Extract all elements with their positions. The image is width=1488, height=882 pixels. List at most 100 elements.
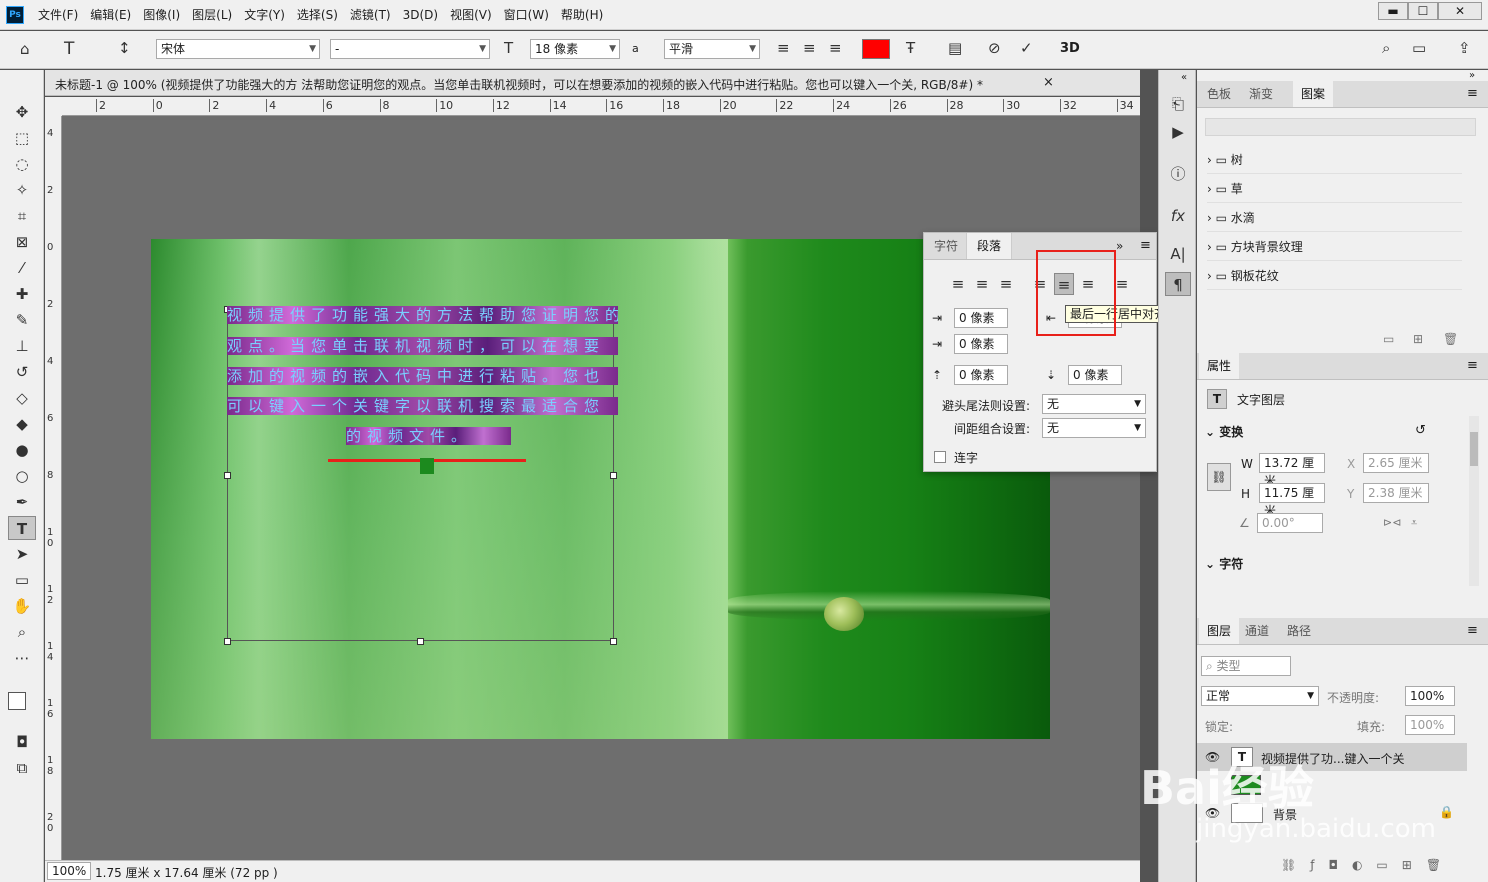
magic-wand-tool-icon[interactable]: ✧ [8, 178, 36, 202]
marquee-tool-icon[interactable]: ⬚ [8, 126, 36, 150]
rectangle-tool-icon[interactable]: ▭ [8, 568, 36, 592]
y-field[interactable]: 2.38 厘米 [1363, 483, 1429, 503]
align-left-icon[interactable]: ≡ [948, 273, 968, 295]
zoom-tool-icon[interactable]: ⌕ [8, 620, 36, 644]
pattern-search-field[interactable] [1205, 118, 1476, 136]
crop-tool-icon[interactable]: ⌗ [8, 204, 36, 228]
fx-icon[interactable]: fx [1165, 204, 1191, 228]
home-icon[interactable]: ⌂ [20, 40, 30, 58]
menu-help[interactable]: 帮助(H) [555, 0, 609, 30]
blur-tool-icon[interactable]: ● [8, 438, 36, 462]
tab-channels[interactable]: 通道 [1237, 618, 1277, 644]
menu-type[interactable]: 文字(Y) [238, 0, 291, 30]
new-folder-icon[interactable]: ▭ [1383, 332, 1394, 346]
minimize-button[interactable]: ▬ [1378, 2, 1408, 20]
menu-edit[interactable]: 编辑(E) [84, 0, 137, 30]
healing-brush-tool-icon[interactable]: ✚ [8, 282, 36, 306]
panel-menu-icon[interactable]: ≡ [1467, 623, 1478, 638]
text-bounding-box[interactable] [224, 306, 617, 645]
type-tool-preset-icon[interactable]: T [64, 39, 74, 59]
character-section[interactable]: ⌄ 字符 [1205, 555, 1243, 572]
eyedropper-tool-icon[interactable]: ⁄ [8, 256, 36, 280]
info-icon[interactable]: ⓘ [1165, 162, 1191, 186]
hyphenate-checkbox[interactable] [934, 451, 946, 463]
panel-menu-icon[interactable]: ≡ [1467, 86, 1478, 101]
menu-layer[interactable]: 图层(L) [186, 0, 238, 30]
panels-toggle-icon[interactable]: ▤ [948, 39, 962, 57]
document-tab[interactable]: 未标题-1 @ 100% (视频提供了功能强大的方 法帮助您证明您的观点。当您单… [45, 70, 1140, 96]
canvas-text-line[interactable]: 可以键入一个关键字以联机搜索最适合您 [227, 397, 618, 415]
menu-filter[interactable]: 滤镜(T) [344, 0, 397, 30]
tab-paragraph[interactable]: 段落 [966, 233, 1013, 259]
close-window-button[interactable]: ✕ [1438, 2, 1482, 20]
layer-filter-select[interactable]: ⌕ 类型 [1201, 656, 1291, 676]
scrollbar-thumb[interactable] [1470, 432, 1478, 466]
tab-paths[interactable]: 路径 [1279, 618, 1319, 644]
space-before-field[interactable]: 0 像素 [954, 365, 1008, 385]
tab-gradients[interactable]: 渐变 [1241, 81, 1281, 107]
collapse-icon[interactable]: » [1116, 239, 1123, 253]
pattern-folder[interactable]: › ▭ 树 [1207, 146, 1462, 174]
move-tool-icon[interactable]: ✥ [8, 100, 36, 124]
indent-left-field[interactable]: 0 像素 [954, 308, 1008, 328]
transform-section[interactable]: ⌄ 变换 [1205, 423, 1243, 440]
menu-3d[interactable]: 3D(D) [397, 0, 444, 30]
stamp-tool-icon[interactable]: ⊥ [8, 334, 36, 358]
pattern-folder[interactable]: › ▭ 钢板花纹 [1207, 262, 1462, 290]
scrollbar[interactable] [1469, 416, 1479, 586]
menu-select[interactable]: 选择(S) [291, 0, 344, 30]
tab-patterns[interactable]: 图案 [1293, 81, 1334, 107]
menu-file[interactable]: 文件(F) [32, 0, 84, 30]
warp-text-icon[interactable]: Ŧ [906, 39, 915, 57]
opacity-field[interactable]: 100% [1405, 686, 1455, 706]
tab-properties[interactable]: 属性 [1199, 353, 1240, 379]
expand-icon[interactable]: » [1469, 70, 1475, 81]
angle-field[interactable]: 0.00° [1257, 513, 1323, 533]
resize-handle[interactable] [610, 638, 617, 645]
actions-play-icon[interactable]: ▶ [1165, 120, 1191, 144]
pattern-folder[interactable]: › ▭ 水滴 [1207, 204, 1462, 232]
history-icon[interactable]: ⎗ [1165, 92, 1191, 116]
share-icon[interactable]: ⇪ [1458, 39, 1471, 57]
add-pattern-icon[interactable]: ⊞ [1413, 332, 1423, 346]
align-center-icon[interactable]: ≡ [972, 273, 992, 295]
canvas-text-line[interactable]: 的视频文件。 [346, 427, 511, 445]
canvas-text-line[interactable]: 观点。当您单击联机视频时，可以在想要 [227, 337, 618, 355]
align-right-icon[interactable]: ≡ [829, 39, 842, 57]
x-field[interactable]: 2.65 厘米 [1363, 453, 1429, 473]
zoom-field[interactable]: 100% [47, 862, 91, 880]
kinsoku-select[interactable]: 无 ▼ [1042, 394, 1146, 414]
reset-icon[interactable]: ↺ [1415, 423, 1426, 438]
align-left-icon[interactable]: ≡ [777, 39, 790, 57]
path-selection-tool-icon[interactable]: ➤ [8, 542, 36, 566]
flip-horizontal-icon[interactable]: ⊳⊲ [1383, 516, 1401, 529]
align-center-icon[interactable]: ≡ [803, 39, 816, 57]
collapse-icon[interactable]: « [1181, 72, 1187, 83]
tab-swatches[interactable]: 色板 [1199, 81, 1239, 107]
panel-menu-icon[interactable]: ≡ [1467, 358, 1478, 373]
lasso-tool-icon[interactable]: ◌ [8, 152, 36, 176]
pattern-folder[interactable]: › ▭ 草 [1207, 175, 1462, 203]
pen-tool-icon[interactable]: ✒ [8, 490, 36, 514]
blend-mode-select[interactable]: 正常 ▼ [1201, 686, 1319, 706]
type-tool-icon[interactable]: T [8, 516, 36, 540]
paragraph-icon[interactable]: ¶ [1165, 272, 1191, 296]
document-size[interactable]: 1.75 厘米 x 17.64 厘米 (72 pp ) [95, 864, 278, 881]
align-right-icon[interactable]: ≡ [996, 273, 1016, 295]
resize-handle[interactable] [417, 638, 424, 645]
commit-check-icon[interactable]: ✓ [1020, 39, 1033, 57]
more-tools-icon[interactable]: ⋯ [8, 646, 36, 670]
pattern-folder[interactable]: › ▭ 方块背景纹理 [1207, 233, 1462, 261]
tab-character[interactable]: 字符 [924, 233, 968, 259]
history-brush-tool-icon[interactable]: ↺ [8, 360, 36, 384]
3d-button[interactable]: 3D [1060, 41, 1080, 56]
eraser-tool-icon[interactable]: ◇ [8, 386, 36, 410]
menu-window[interactable]: 窗口(W) [498, 0, 555, 30]
mojikumi-select[interactable]: 无 ▼ [1042, 418, 1146, 438]
screen-mode-icon[interactable]: ⧉ [8, 756, 36, 780]
cancel-icon[interactable]: ⊘ [988, 39, 1001, 57]
space-after-field[interactable]: 0 像素 [1068, 365, 1122, 385]
layer-actions-icons[interactable]: ⛓ƒ◘◐▭⊞🗑 [1281, 858, 1455, 872]
quick-mask-icon[interactable]: ◘ [8, 730, 36, 754]
trash-icon[interactable]: 🗑 [1443, 332, 1458, 346]
